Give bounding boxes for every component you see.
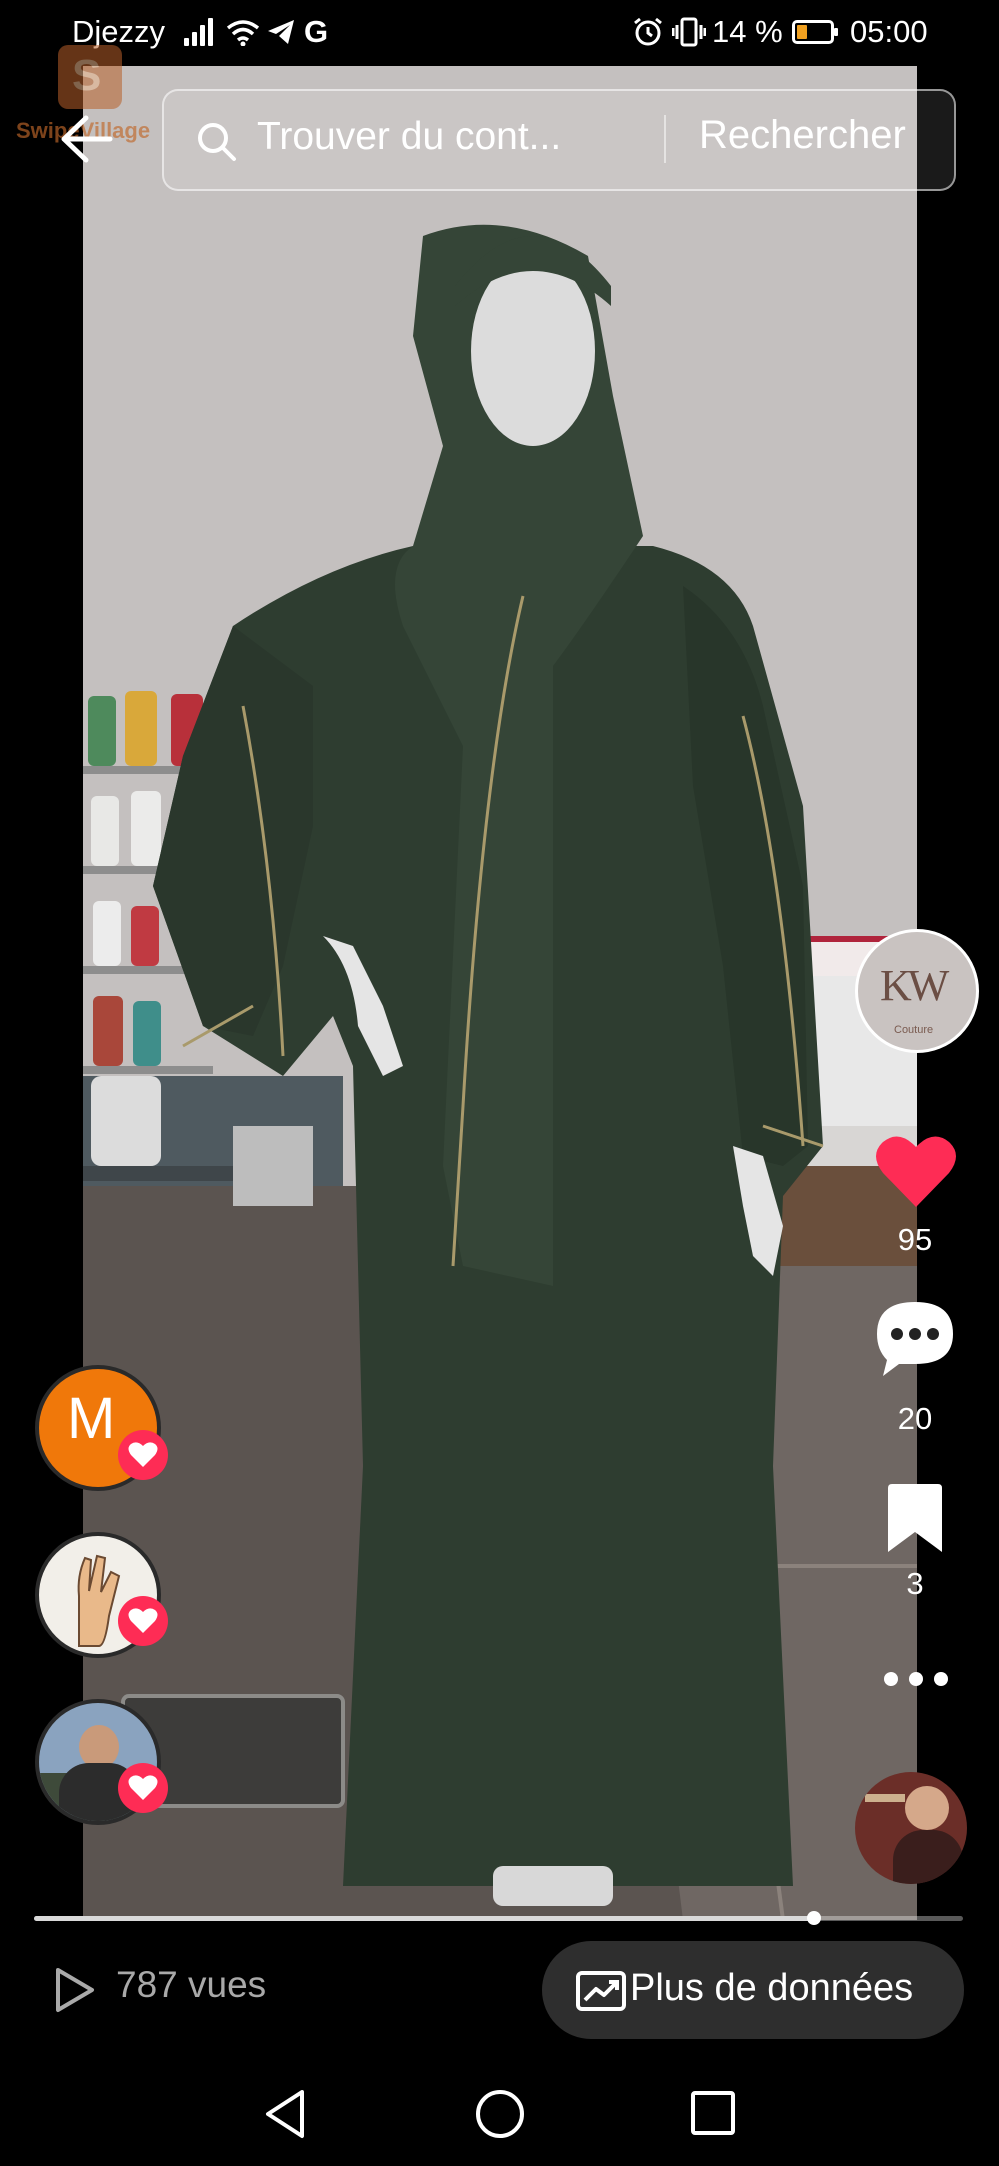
- heart-like-icon[interactable]: [875, 1133, 957, 1209]
- heart-icon: [128, 1442, 158, 1467]
- clock-time: 05:00: [850, 14, 928, 49]
- nav-recents-icon[interactable]: [690, 2090, 736, 2136]
- liked-heart-badge: [118, 1596, 168, 1646]
- heart-icon: [128, 1775, 158, 1800]
- bookmark-icon[interactable]: [884, 1482, 946, 1554]
- video-progress-fill: [34, 1916, 815, 1921]
- vibrate-icon: [672, 17, 706, 47]
- wifi-icon: [226, 20, 260, 46]
- search-button[interactable]: Rechercher: [699, 113, 906, 158]
- search-divider: [664, 115, 666, 163]
- more-data-button[interactable]: Plus de données: [542, 1941, 964, 2039]
- heart-icon: [128, 1608, 158, 1633]
- analytics-chart-icon: [576, 1971, 626, 2011]
- more-data-label: Plus de données: [630, 1967, 914, 2009]
- system-nav-bar: [0, 2060, 999, 2166]
- video-scene: [83, 66, 917, 1920]
- video-progress-bar[interactable]: [34, 1911, 963, 1925]
- nav-back-icon[interactable]: [262, 2088, 308, 2140]
- save-count: 3: [906, 1566, 924, 1601]
- video-progress-handle[interactable]: [807, 1911, 822, 1925]
- back-arrow-icon[interactable]: [58, 114, 114, 164]
- network-type: G: [304, 14, 329, 49]
- watermark-logo: S: [58, 45, 122, 109]
- liked-heart-badge: [118, 1430, 168, 1480]
- search-icon: [198, 123, 236, 161]
- battery-percent: 14 %: [712, 14, 783, 49]
- comment-count: 20: [897, 1401, 933, 1436]
- signal-icon: [184, 18, 218, 46]
- more-options-icon[interactable]: [884, 1670, 948, 1688]
- search-input[interactable]: Trouver du cont...: [257, 115, 561, 159]
- search-bar[interactable]: Trouver du cont... Rechercher: [162, 89, 956, 191]
- nav-home-icon[interactable]: [474, 2088, 526, 2140]
- liked-heart-badge: [118, 1763, 168, 1813]
- view-count: 787 vues: [116, 1964, 267, 2005]
- creator-avatar-caption: Couture: [894, 1024, 934, 1036]
- alarm-icon: [634, 17, 662, 46]
- comment-icon[interactable]: [873, 1298, 957, 1378]
- creator-avatar-monogram: KW: [880, 961, 949, 1010]
- music-disc-avatar[interactable]: [855, 1772, 967, 1884]
- play-views-icon: [56, 1968, 94, 2012]
- creator-avatar[interactable]: KW Couture: [855, 929, 979, 1053]
- like-count: 95: [897, 1222, 933, 1257]
- status-bar: Djezzy G 14 % 05:00: [0, 0, 999, 66]
- video-player[interactable]: [83, 66, 917, 1920]
- battery-icon: [792, 20, 838, 44]
- liker-initial: M: [67, 1386, 116, 1451]
- telegram-icon: [268, 20, 294, 44]
